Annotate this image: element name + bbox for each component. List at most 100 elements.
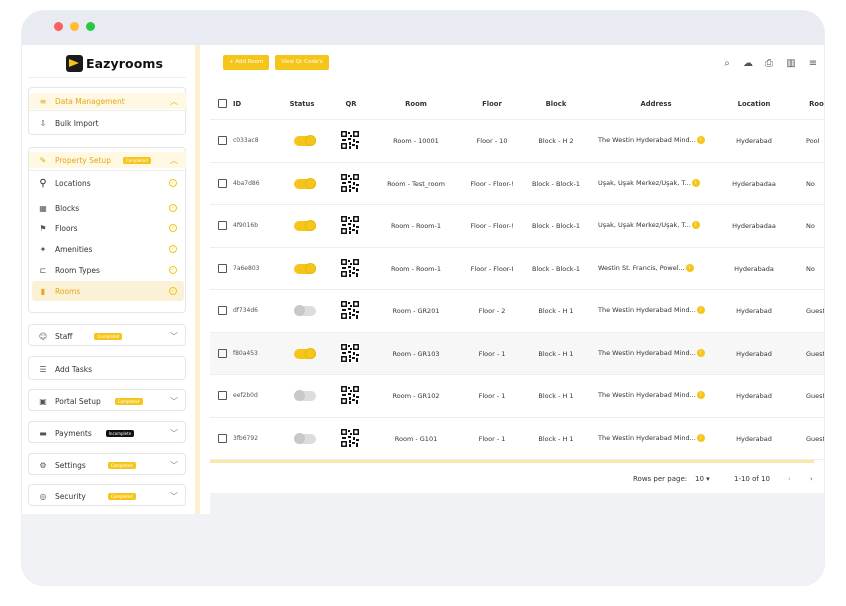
row-checkbox[interactable] — [218, 348, 227, 358]
view-qr-codes-button[interactable]: View Qr Code's — [275, 55, 329, 70]
sidebar-item-label: Floors — [55, 223, 78, 233]
info-icon[interactable]: i — [696, 391, 705, 399]
status-toggle[interactable] — [294, 305, 316, 316]
sidebar-item-blocks[interactable]: ▦ Blocks ✓ — [29, 200, 187, 216]
column-header-location[interactable]: Location — [724, 100, 784, 108]
staff-header[interactable]: ☺ Staff Completed ﹀ — [29, 328, 187, 344]
info-icon[interactable]: i — [696, 433, 705, 442]
chevron-down-icon[interactable]: ﹀ — [170, 331, 178, 342]
table-row[interactable]: 4ba7d86 Room - Test_room Floor - Floor-! Bl… — [210, 163, 824, 205]
table-row[interactable]: 4f9016b Room - Room-1 Floor - Floor-! Block… — [210, 205, 824, 248]
qr-code-image[interactable] — [340, 172, 360, 193]
search-icon[interactable]: ⌕ — [720, 57, 734, 71]
address-text: The Westin Hyderabad Mind... — [598, 306, 696, 314]
table-row[interactable]: 7a6e803 Room - Room-1 Floor - Floor-I Block… — [210, 248, 824, 290]
sidebar-item-floors[interactable]: ⚑ Floors ✓ — [29, 220, 187, 236]
row-checkbox[interactable] — [218, 433, 227, 443]
sidebar-item-amenities[interactable]: ✦ Amenities ✓ — [29, 241, 187, 257]
qr-code-image[interactable] — [340, 300, 360, 320]
security-header[interactable]: ◎ Security Completed ﹀ — [29, 488, 187, 504]
horizontal-scrollbar[interactable] — [210, 460, 814, 463]
status-toggle[interactable] — [294, 177, 316, 189]
column-header-status[interactable]: Status — [282, 100, 322, 108]
table-row[interactable]: 3fb6792 Room - G101 Floor - 1 Block - H 1 Th… — [210, 418, 824, 460]
info-icon[interactable]: i — [696, 136, 705, 144]
qr-code-image[interactable] — [340, 342, 360, 363]
print-icon[interactable]: ⎙ — [762, 57, 776, 71]
info-icon[interactable]: i — [685, 263, 694, 272]
qr-code-image[interactable] — [340, 385, 360, 405]
table-row[interactable]: c033ac8 Room - 10001 Floor - 10 Block - H 2… — [210, 120, 824, 163]
settings-header[interactable]: ⚙ Settings Completed ﹀ — [29, 457, 187, 473]
table-row[interactable]: df734d6 Room - GR201 Floor - 2 Block - H 1 T… — [210, 290, 824, 333]
app-logo[interactable]: Eazyrooms — [66, 55, 163, 72]
bed-icon: ⊏ — [39, 265, 47, 275]
cloud-download-icon[interactable]: ☁ — [741, 57, 755, 71]
add-room-button[interactable]: + Add Room — [223, 55, 270, 70]
column-header-floor[interactable]: Floor — [460, 100, 524, 108]
staff-section[interactable]: ☺ Staff Completed ﹀ — [28, 324, 186, 346]
chevron-down-icon[interactable]: ﹀ — [170, 460, 178, 471]
add-tasks-section[interactable]: ☰ Add Tasks — [28, 356, 186, 380]
chevron-down-icon[interactable]: ﹀ — [170, 491, 178, 502]
sidebar-item-rooms[interactable]: ▮ Rooms ✓ — [32, 281, 184, 301]
row-checkbox[interactable] — [218, 221, 227, 230]
previous-page-icon[interactable]: ‹ — [788, 475, 791, 483]
status-toggle[interactable] — [294, 390, 316, 401]
select-all-checkbox[interactable] — [218, 99, 227, 108]
row-checkbox[interactable] — [218, 136, 227, 145]
chevron-down-icon[interactable]: ﹀ — [170, 428, 178, 439]
next-page-icon[interactable]: › — [810, 475, 813, 483]
column-header-address[interactable]: Address — [592, 100, 720, 108]
table-row[interactable]: eef2b0d Room - GR102 Floor - 1 Block - H 1 T… — [210, 375, 824, 418]
chevron-down-icon[interactable]: ﹀ — [170, 396, 178, 407]
info-icon[interactable]: i — [696, 348, 705, 357]
close-window-icon[interactable] — [54, 22, 63, 31]
status-toggle[interactable] — [294, 135, 316, 146]
filter-icon[interactable]: ≡ — [806, 57, 820, 71]
sidebar-item-bulk-import[interactable]: ⇩ Bulk Import — [29, 115, 187, 131]
row-checkbox[interactable] — [218, 391, 227, 400]
row-checkbox[interactable] — [218, 263, 227, 273]
info-icon[interactable]: i — [696, 306, 705, 314]
qr-code-image[interactable] — [340, 257, 360, 278]
maximize-window-icon[interactable] — [86, 22, 95, 31]
column-header-room[interactable]: Room — [370, 100, 462, 108]
info-icon[interactable]: i — [691, 178, 700, 187]
room-type-name: Pool — [806, 137, 820, 145]
security-section[interactable]: ◎ Security Completed ﹀ — [28, 484, 186, 506]
column-header-block[interactable]: Block — [528, 100, 584, 108]
property-setup-header[interactable]: ✎ Property Setup Completed ︿ — [29, 152, 187, 168]
payments-header[interactable]: ▬ Payments Incomplete ﹀ — [29, 425, 187, 441]
data-management-header[interactable]: ≡ Data Management ︿ — [29, 93, 187, 109]
row-checkbox[interactable] — [218, 306, 227, 315]
settings-section[interactable]: ⚙ Settings Completed ﹀ — [28, 453, 186, 475]
qr-code-image[interactable] — [340, 130, 360, 150]
column-header-room-type[interactable]: Room — [800, 100, 824, 108]
rows-per-page-select[interactable]: 10 ▾ — [695, 475, 710, 483]
qr-code-image[interactable] — [340, 427, 360, 448]
sidebar-item-room-types[interactable]: ⊏ Room Types ✓ — [29, 262, 187, 278]
minimize-window-icon[interactable] — [70, 22, 79, 31]
toggle-knob — [305, 135, 316, 146]
columns-icon[interactable]: ▥ — [784, 57, 798, 71]
status-toggle[interactable] — [294, 432, 316, 444]
status-toggle[interactable] — [294, 220, 316, 231]
column-header-id[interactable]: ID — [233, 100, 263, 108]
payments-section[interactable]: ▬ Payments Incomplete ﹀ — [28, 421, 186, 443]
portal-setup-section[interactable]: ▣ Portal Setup Completed ﹀ — [28, 389, 186, 411]
sidebar-item-locations[interactable]: ⚲ Locations ✓ — [29, 174, 187, 192]
status-toggle[interactable] — [294, 262, 316, 274]
column-header-qr[interactable]: QR — [338, 100, 364, 108]
portal-setup-header[interactable]: ▣ Portal Setup Completed ﹀ — [29, 393, 187, 409]
chevron-up-icon[interactable]: ︿ — [170, 155, 178, 166]
info-icon[interactable]: i — [691, 221, 700, 229]
qr-code-image[interactable] — [340, 215, 360, 235]
address-cell: Uşak, Uşak Merkez/Uşak, T... i — [598, 221, 722, 229]
row-checkbox[interactable] — [218, 178, 227, 188]
table-row[interactable]: f80a453 Room - GR103 Floor - 1 Block - H 1 T… — [210, 332, 824, 375]
chevron-up-icon[interactable]: ︿ — [170, 96, 178, 107]
add-tasks-item[interactable]: ☰ Add Tasks — [29, 361, 187, 377]
floor-name: Floor - Floor-I — [470, 264, 514, 273]
status-toggle[interactable] — [294, 347, 316, 359]
